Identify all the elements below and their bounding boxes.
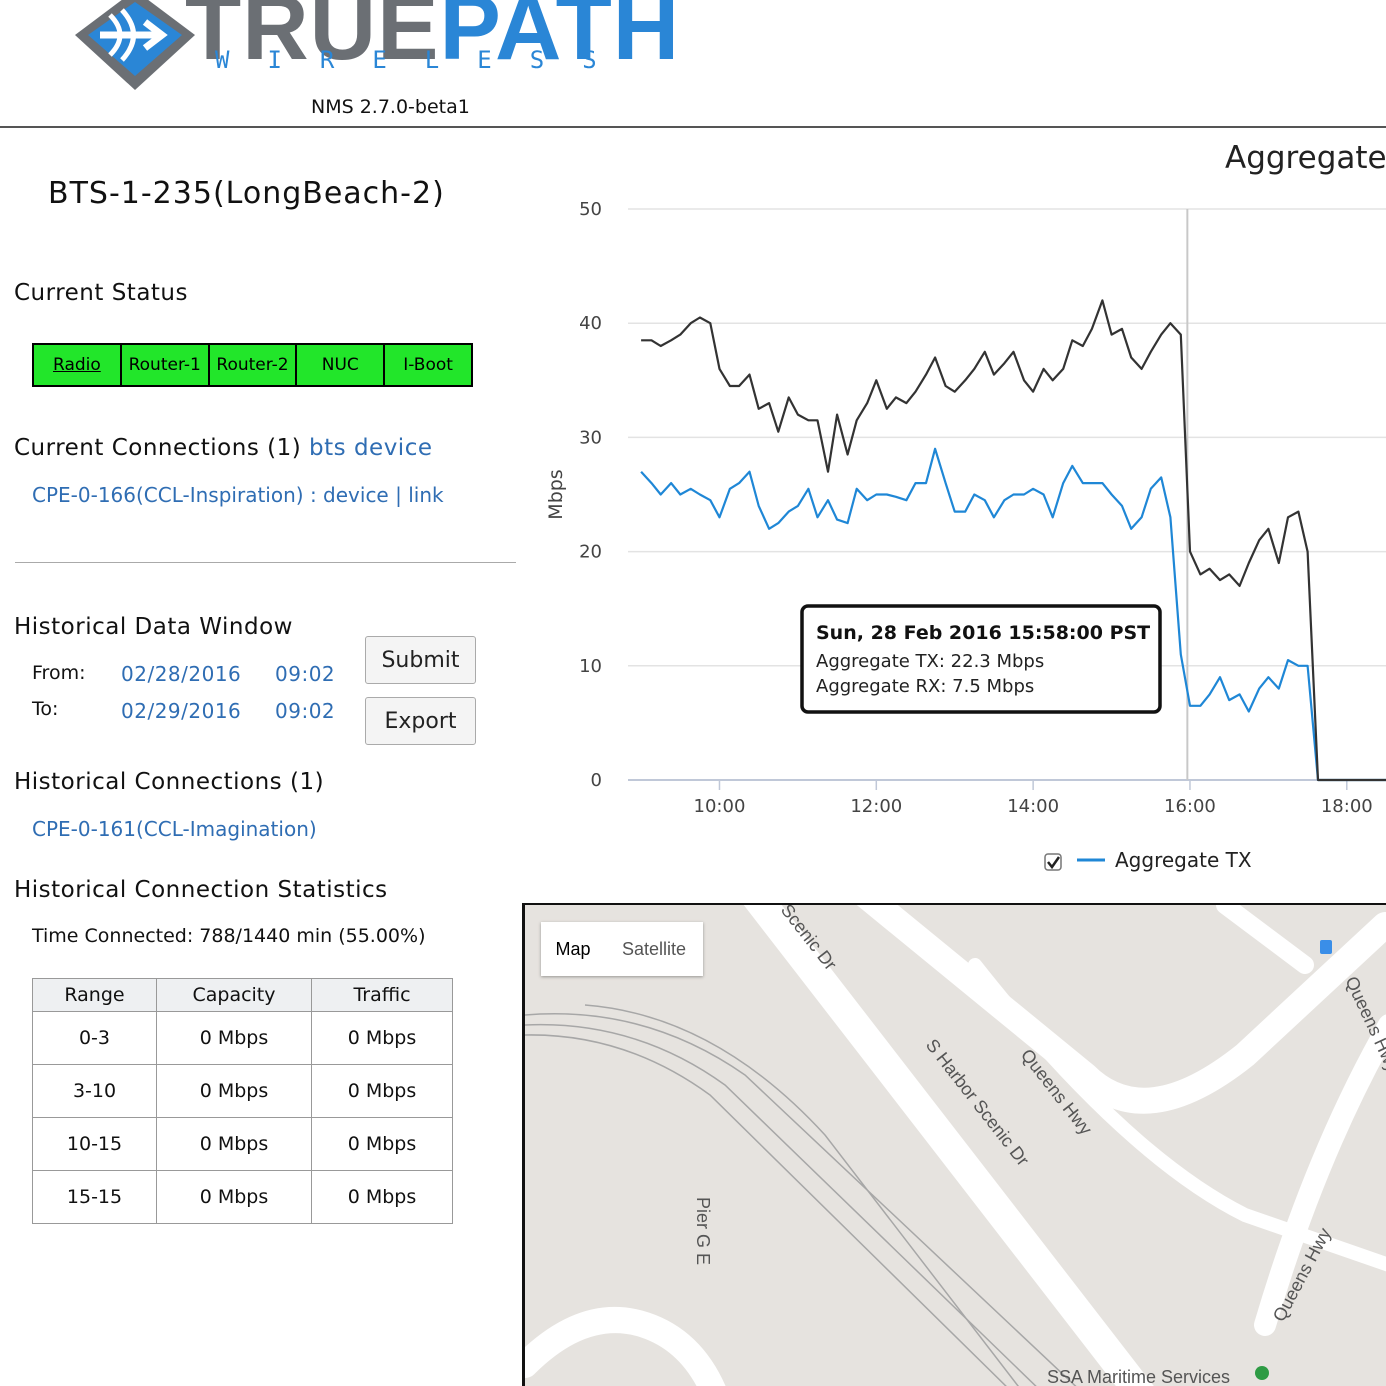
- table-row: 10-15 0 Mbps 0 Mbps: [32, 1117, 453, 1171]
- export-button[interactable]: Export: [365, 697, 476, 745]
- tooltip-line-tx: Aggregate TX: 22.3 Mbps: [816, 651, 1044, 672]
- x-tick-label: 10:00: [694, 796, 746, 817]
- separator-pipe: |: [395, 483, 402, 507]
- y-tick-label: 0: [591, 770, 602, 791]
- legend-label[interactable]: Aggregate TX: [1115, 848, 1252, 872]
- cell-traffic: 0 Mbps: [311, 1170, 453, 1224]
- current-connection-item: CPE-0-166(CCL-Inspiration) : device | li…: [32, 483, 444, 507]
- section-divider: [15, 562, 516, 563]
- cell-traffic: 0 Mbps: [311, 1064, 453, 1118]
- cell-traffic: 0 Mbps: [311, 1011, 453, 1065]
- tooltip-title: Sun, 28 Feb 2016 15:58:00 PST: [816, 622, 1150, 644]
- cell-range: 0-3: [32, 1011, 157, 1065]
- statistics-table: Range Capacity Traffic 0-3 0 Mbps 0 Mbps…: [32, 978, 453, 1224]
- current-connections-heading: Current Connections (1) bts device: [14, 435, 433, 461]
- status-router-1: Router-1: [121, 345, 210, 385]
- cell-capacity: 0 Mbps: [156, 1170, 312, 1224]
- y-tick-label: 20: [579, 542, 602, 563]
- map-roads: Scenic Dr S Harbor Scenic Dr Queens Hwy …: [525, 905, 1386, 1386]
- cell-capacity: 0 Mbps: [156, 1064, 312, 1118]
- time-connected: Time Connected: 788/1440 min (55.00%): [32, 925, 426, 947]
- from-date-field[interactable]: 02/28/2016: [121, 662, 241, 686]
- cell-range: 15-15: [32, 1170, 157, 1224]
- y-tick-label: 30: [579, 427, 602, 448]
- current-status-heading: Current Status: [14, 280, 188, 306]
- bts-device-link[interactable]: bts device: [309, 435, 432, 461]
- to-time-field[interactable]: 09:02: [275, 699, 335, 723]
- map-type-satellite-button[interactable]: Satellite: [605, 922, 703, 976]
- map-type-map-button[interactable]: Map: [541, 922, 605, 976]
- cell-range: 3-10: [32, 1064, 157, 1118]
- logo-subtitle: WIRELESS: [215, 46, 635, 74]
- aggregate-chart[interactable]: 0 10 20 30 40 50 10:00 12:00 14:00 16:00 18:00 Mbps…: [530, 140, 1386, 890]
- submit-button[interactable]: Submit: [365, 636, 476, 684]
- status-radio[interactable]: Radio: [34, 345, 122, 385]
- status-grid: Radio Router-1 Router-2 NUC I-Boot: [32, 343, 473, 387]
- from-label: From:: [32, 662, 86, 684]
- bus-stop-icon[interactable]: [1320, 940, 1332, 954]
- ship-icon: [1255, 1366, 1269, 1380]
- label-pier-g: Pier G E: [693, 1197, 713, 1265]
- table-row: 3-10 0 Mbps 0 Mbps: [32, 1064, 453, 1118]
- status-router-2: Router-2: [209, 345, 298, 385]
- status-i-boot: I-Boot: [385, 345, 471, 385]
- map-type-control: Map Satellite: [541, 922, 703, 976]
- to-date-field[interactable]: 02/29/2016: [121, 699, 241, 723]
- x-tick-label: 16:00: [1164, 796, 1216, 817]
- separator-colon: :: [309, 483, 317, 507]
- cell-capacity: 0 Mbps: [156, 1117, 312, 1171]
- road-pier-g: [525, 1307, 726, 1386]
- statistics-heading: Historical Connection Statistics: [14, 877, 388, 903]
- y-tick-label: 10: [579, 656, 602, 677]
- cpe-device-link[interactable]: device: [323, 483, 389, 507]
- historical-connections-heading: Historical Connections (1): [14, 769, 325, 795]
- current-cpe-link[interactable]: CPE-0-166(CCL-Inspiration): [32, 483, 304, 507]
- page-title: BTS-1-235(LongBeach-2): [48, 176, 445, 211]
- app-header: TRUEPATH WIRELESS NMS 2.7.0-beta1: [0, 0, 1386, 128]
- table-row: 0-3 0 Mbps 0 Mbps: [32, 1011, 453, 1065]
- road-top-right: [1216, 905, 1314, 974]
- status-nuc: NUC: [297, 345, 386, 385]
- cell-capacity: 0 Mbps: [156, 1011, 312, 1065]
- cell-range: 10-15: [32, 1117, 157, 1171]
- x-tick-label: 18:00: [1321, 796, 1373, 817]
- header-traffic: Traffic: [311, 978, 453, 1012]
- from-time-field[interactable]: 09:02: [275, 662, 335, 686]
- y-axis-label: Mbps: [545, 469, 567, 519]
- historical-cpe-link[interactable]: CPE-0-161(CCL-Imagination): [32, 817, 317, 841]
- tooltip-line-rx: Aggregate RX: 7.5 Mbps: [816, 676, 1034, 697]
- nms-version: NMS 2.7.0-beta1: [311, 96, 470, 118]
- truepath-logo-icon: [75, 0, 195, 90]
- x-tick-label: 14:00: [1007, 796, 1059, 817]
- header-capacity: Capacity: [156, 978, 312, 1012]
- table-header-row: Range Capacity Traffic: [32, 978, 453, 1012]
- cell-traffic: 0 Mbps: [311, 1117, 453, 1171]
- to-label: To:: [32, 698, 59, 720]
- historical-window-heading: Historical Data Window: [14, 614, 293, 640]
- cpe-link-link[interactable]: link: [408, 483, 443, 507]
- road-queens-hwy-mid: [968, 958, 1386, 1272]
- label-ssa: SSA Maritime Services: [1047, 1367, 1230, 1386]
- y-tick-label: 50: [579, 199, 602, 220]
- current-connections-title: Current Connections (1): [14, 435, 302, 461]
- x-tick-label: 12:00: [850, 796, 902, 817]
- table-row: 15-15 0 Mbps 0 Mbps: [32, 1170, 453, 1224]
- header-range: Range: [32, 978, 157, 1012]
- y-tick-label: 40: [579, 313, 602, 334]
- road-queens-hwy-right: [1254, 1014, 1386, 1336]
